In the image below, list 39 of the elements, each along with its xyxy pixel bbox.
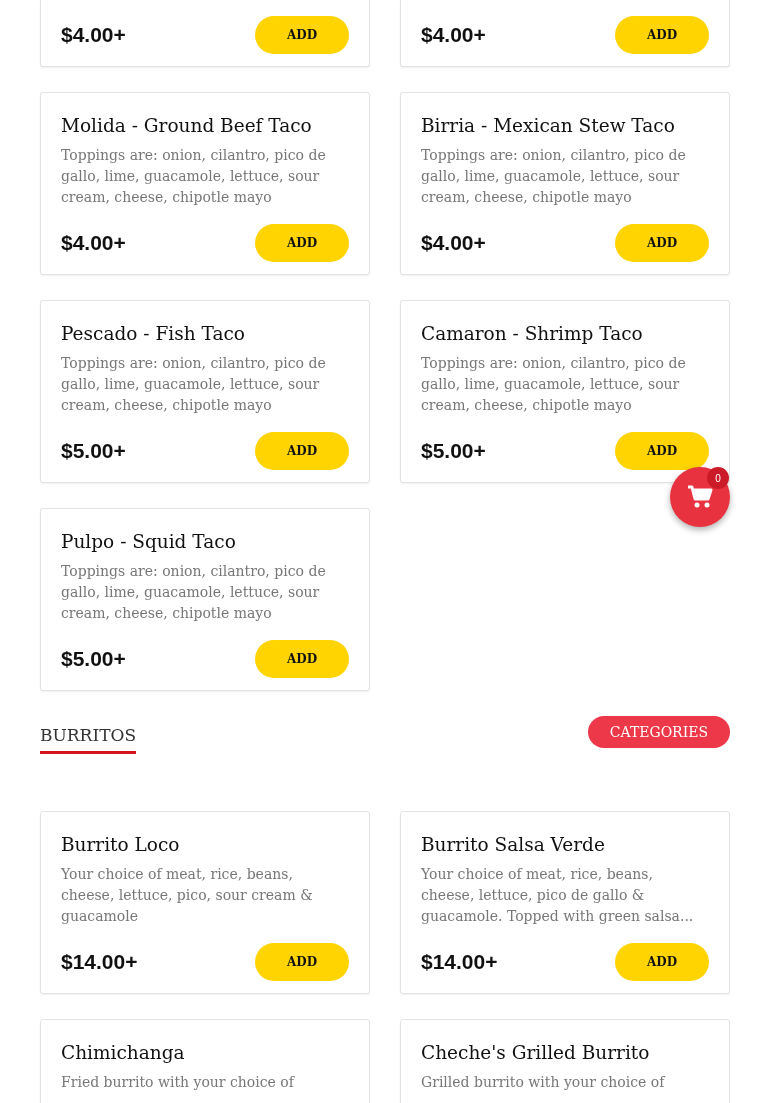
add-button[interactable]: ADD [615, 224, 709, 262]
add-button[interactable]: ADD [615, 943, 709, 981]
item-price: $4.00+ [421, 23, 486, 47]
item-description: Fried burrito with your choice of [61, 1073, 296, 1092]
item-name: Burrito Loco [61, 833, 181, 857]
item-price: $4.00+ [421, 231, 486, 255]
add-button[interactable]: ADD [255, 16, 349, 54]
item-description: Toppings are: onion, cilantro, pico de gallo, lime, guacamole, lettuce, sour cream, cheese, chipotle mayo [61, 146, 327, 207]
section-heading: BURRITOS [40, 716, 137, 754]
item-description: Your choice of meat, rice, beans, cheese, lettuce, pico de gallo & guacamole. Topped with green salsa... [421, 865, 695, 926]
item-description: Your choice of meat, rice, beans, cheese, lettuce, pico, sour cream & guacamole [61, 865, 314, 926]
item-description: Toppings are: onion, cilantro, pico de gallo, lime, guacamole, lettuce, sour cream, cheese, chipotle mayo [421, 146, 687, 207]
item-price: $5.00+ [421, 439, 486, 463]
add-button[interactable]: ADD [255, 224, 349, 262]
add-button[interactable]: ADD [255, 943, 349, 981]
add-button[interactable]: ADD [255, 640, 349, 678]
item-description: Grilled burrito with your choice of [421, 1073, 667, 1092]
item-price: $14.00+ [61, 950, 138, 974]
item-description: Toppings are: onion, cilantro, pico de gallo, lime, guacamole, lettuce, sour cream, cheese, chipotle mayo [421, 354, 687, 415]
cart-icon [687, 485, 713, 509]
item-description: Toppings are: onion, cilantro, pico de gallo, lime, guacamole, lettuce, sour cream, cheese, chipotle mayo [61, 562, 327, 623]
add-button[interactable]: ADD [615, 16, 709, 54]
item-price: $5.00+ [61, 647, 126, 671]
categories-button[interactable]: CATEGORIES [587, 716, 730, 748]
item-name: Birria - Mexican Stew Taco [421, 114, 676, 138]
add-button[interactable]: ADD [615, 432, 709, 470]
item-price: $4.00+ [61, 23, 126, 47]
item-name: Pescado - Fish Taco [61, 322, 246, 346]
item-description: Toppings are: onion, cilantro, pico de gallo, lime, guacamole, lettuce, sour cream, cheese, chipotle mayo [61, 354, 327, 415]
item-name: Molida - Ground Beef Taco [61, 114, 313, 138]
item-price: $4.00+ [61, 231, 126, 255]
item-name: Cheche's Grilled Burrito [421, 1041, 651, 1065]
item-name: Pulpo - Squid Taco [61, 530, 237, 554]
add-button[interactable]: ADD [255, 432, 349, 470]
item-name: Burrito Salsa Verde [421, 833, 606, 857]
item-price: $14.00+ [421, 950, 498, 974]
item-price: $5.00+ [61, 439, 126, 463]
item-name: Camaron - Shrimp Taco [421, 322, 644, 346]
item-name: Chimichanga [61, 1041, 186, 1065]
